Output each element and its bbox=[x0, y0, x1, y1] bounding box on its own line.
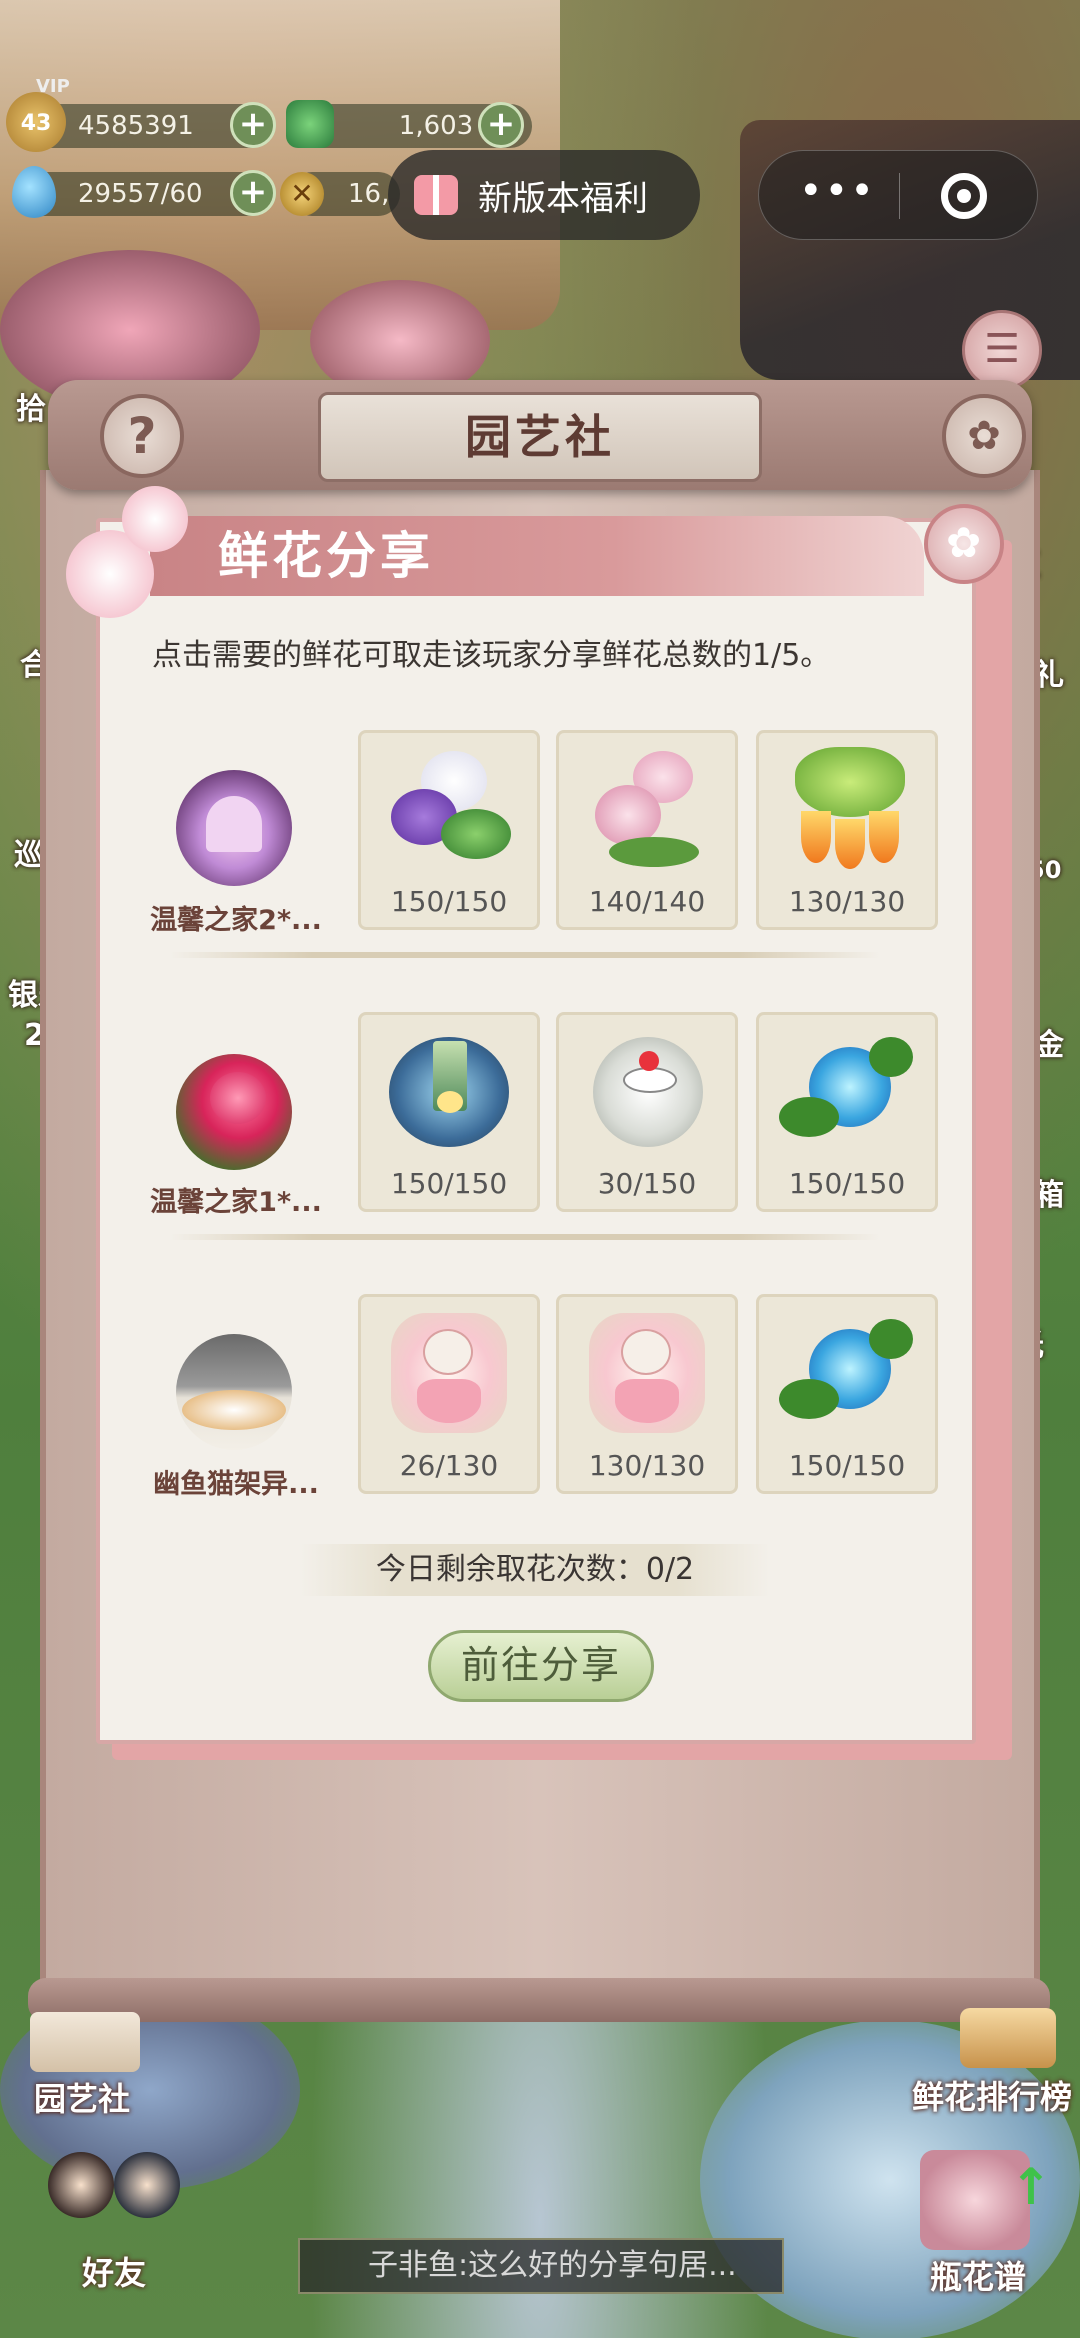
flower-card[interactable]: 150/150 bbox=[756, 1012, 938, 1212]
vip-level-badge[interactable]: 43 bbox=[6, 92, 66, 152]
green-value: 1,603 bbox=[398, 111, 474, 141]
violet-flower-icon bbox=[381, 745, 517, 873]
flower-close-icon[interactable]: ✿ bbox=[942, 394, 1026, 478]
green-currency-icon bbox=[286, 100, 334, 148]
arrow-up-icon: ↑ bbox=[1010, 2158, 1052, 2216]
close-panel-button[interactable]: ✿ bbox=[924, 504, 1004, 584]
promo-label: 新版本福利 bbox=[478, 178, 648, 219]
flower-count: 150/150 bbox=[390, 885, 508, 918]
side-event-label[interactable]: 拾 bbox=[16, 384, 46, 428]
player-avatar[interactable] bbox=[176, 1334, 292, 1450]
share-description: 点击需要的鲜花可取走该玩家分享鲜花总数的1/5。 bbox=[152, 638, 831, 673]
add-exp-button[interactable]: + bbox=[230, 102, 276, 148]
capsule-divider bbox=[899, 173, 900, 219]
flower-count: 140/140 bbox=[588, 885, 706, 918]
crane-orb-icon bbox=[579, 1027, 715, 1155]
chat-message: 子非鱼:这么好的分享句居... bbox=[368, 2248, 737, 2283]
list-menu-icon[interactable]: ☰ bbox=[962, 310, 1042, 390]
scroll-bottom-roller bbox=[28, 1978, 1050, 2022]
coin-icon: ✕ bbox=[280, 172, 324, 216]
row-divider bbox=[170, 952, 880, 958]
flower-card[interactable]: 140/140 bbox=[556, 730, 738, 930]
flower-count: 26/130 bbox=[399, 1449, 499, 1482]
flower-card[interactable]: 150/150 bbox=[756, 1294, 938, 1494]
flower-count: 130/130 bbox=[588, 1449, 706, 1482]
friends-label[interactable]: 好友 bbox=[82, 2248, 146, 2294]
section-title: 鲜花分享 bbox=[218, 527, 434, 585]
garden-club-icon[interactable] bbox=[30, 2012, 140, 2072]
more-menu-button[interactable]: ••• bbox=[799, 169, 874, 219]
go-share-button[interactable]: 前往分享 bbox=[428, 1630, 654, 1702]
remaining-picks-label: 今日剩余取花次数：0/2 bbox=[300, 1544, 770, 1596]
flower-card[interactable]: 150/150 bbox=[358, 730, 540, 930]
exp-value: 4585391 bbox=[78, 111, 194, 141]
lotus-avatar-icon bbox=[206, 796, 262, 852]
flower-count: 30/150 bbox=[597, 1167, 697, 1200]
flower-ranking-label[interactable]: 鲜花排行榜 bbox=[912, 2072, 1072, 2118]
miniprogram-capsule: ••• bbox=[758, 150, 1038, 240]
add-green-currency-button[interactable]: + bbox=[478, 102, 524, 148]
player-name: 温馨之家1*... bbox=[150, 1187, 322, 1218]
flower-count: 130/130 bbox=[788, 885, 906, 918]
flower-card[interactable]: 130/130 bbox=[556, 1294, 738, 1494]
help-button[interactable]: ? bbox=[100, 394, 184, 478]
gift-icon bbox=[414, 175, 458, 215]
new-version-benefits-button[interactable]: 新版本福利 bbox=[388, 150, 700, 240]
vase-book-label[interactable]: 瓶花谱 bbox=[930, 2252, 1026, 2298]
player-name: 幽鱼猫架异... bbox=[153, 1469, 319, 1500]
flower-fairy-icon bbox=[579, 1309, 715, 1437]
trumpet-flower-icon bbox=[779, 745, 915, 873]
add-water-button[interactable]: + bbox=[230, 170, 276, 216]
water-value: 29557/60 bbox=[78, 179, 203, 209]
player-avatar[interactable] bbox=[176, 770, 292, 886]
flower-icon: ✿ bbox=[946, 518, 982, 567]
flower-card[interactable]: 130/130 bbox=[756, 730, 938, 930]
lantern-pavilion-icon bbox=[381, 1027, 517, 1155]
blue-rose-icon bbox=[779, 1027, 915, 1155]
cherry-blossom-decoration bbox=[122, 486, 188, 552]
row-divider bbox=[170, 1234, 880, 1240]
cat-avatar-icon bbox=[182, 1390, 286, 1430]
vip-label: VIP bbox=[36, 76, 70, 97]
flower-card[interactable]: 26/130 bbox=[358, 1294, 540, 1494]
flower-fairy-icon bbox=[381, 1309, 517, 1437]
flower-count: 150/150 bbox=[788, 1167, 906, 1200]
flower-card[interactable]: 30/150 bbox=[556, 1012, 738, 1212]
dialog-title: 园艺社 bbox=[318, 392, 762, 482]
friends-avatar-icon[interactable] bbox=[40, 2142, 190, 2252]
pink-peony-icon bbox=[579, 745, 715, 873]
garden-club-label[interactable]: 园艺社 bbox=[34, 2074, 130, 2120]
rose-avatar-icon bbox=[210, 1072, 266, 1124]
flower-count: 150/150 bbox=[788, 1449, 906, 1482]
flower-card[interactable]: 150/150 bbox=[358, 1012, 540, 1212]
chat-ticker[interactable]: 子非鱼:这么好的分享句居... bbox=[298, 2238, 784, 2294]
ranking-icon[interactable] bbox=[960, 2008, 1056, 2068]
close-miniprogram-icon[interactable] bbox=[941, 173, 987, 219]
blue-rose-icon bbox=[779, 1309, 915, 1437]
coin-value: 16, bbox=[348, 179, 390, 209]
flower-count: 150/150 bbox=[390, 1167, 508, 1200]
player-name: 温馨之家2*... bbox=[150, 905, 322, 936]
level-value: 43 bbox=[20, 111, 52, 136]
player-avatar[interactable] bbox=[176, 1054, 292, 1170]
